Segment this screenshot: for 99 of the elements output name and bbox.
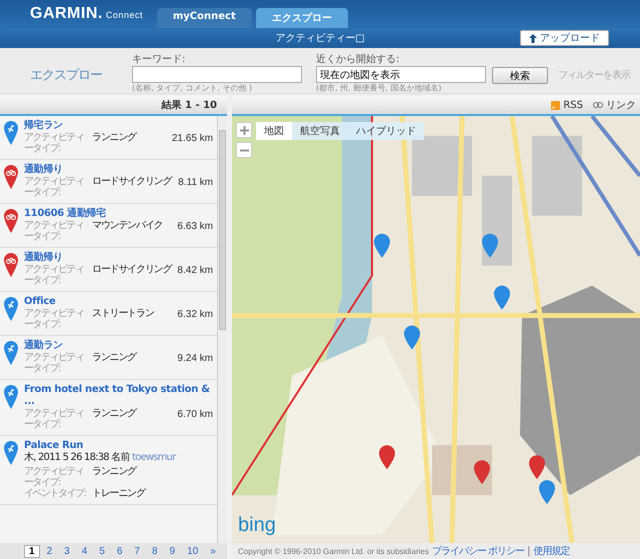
results-count: 結果 1 - 10	[162, 98, 217, 112]
activity-item[interactable]: 通勤帰り アクティビティータイプ: ロードサイクリング 8.11 km	[0, 160, 217, 204]
event-type: トレーニング	[92, 488, 146, 499]
page-link[interactable]: 10	[182, 544, 204, 558]
activity-date: 木, 2011 5 26 18:38 名前 toewsmur	[24, 452, 177, 464]
field-hint: (名称, タイプ, コメント, その他 )	[132, 84, 254, 93]
runner-map-pin[interactable]	[374, 234, 390, 258]
activity-title[interactable]: 通勤ラン	[24, 340, 213, 352]
type-label: アクティビティータイプ:	[24, 352, 84, 374]
terms-link[interactable]: 使用規定	[533, 544, 570, 558]
runner-pin-icon	[3, 440, 19, 466]
page-link[interactable]: 1	[24, 544, 40, 558]
runner-pin-icon	[3, 384, 19, 410]
runner-map-pin[interactable]	[539, 480, 555, 504]
activity-distance: 8.42 km	[177, 265, 213, 276]
page-link[interactable]: 2	[42, 544, 58, 558]
type-label: アクティビティータイプ:	[24, 264, 84, 286]
activity-type: ロードサイクリング	[92, 176, 173, 187]
next-page-link[interactable]: »	[205, 544, 221, 558]
runner-map-pin[interactable]	[482, 234, 498, 258]
activity-type: ロードサイクリング	[92, 264, 173, 275]
type-label: アクティビティータイプ:	[24, 132, 84, 154]
nav-tab[interactable]: myConnect	[156, 8, 252, 28]
scrollbar[interactable]	[217, 116, 227, 543]
page-link[interactable]: 4	[76, 544, 92, 558]
page-link[interactable]: 6	[112, 544, 128, 558]
activity-title[interactable]: Office	[24, 296, 213, 308]
type-label: アクティビティータイプ:	[24, 466, 84, 488]
zoom-in-button[interactable]	[236, 122, 252, 138]
activity-distance: 9.24 km	[177, 353, 213, 364]
page-link[interactable]: 7	[129, 544, 145, 558]
rss-link[interactable]: RSS	[551, 100, 583, 110]
activity-item[interactable]: 帰宅ラン アクティビティータイプ: ランニング 21.65 km	[0, 116, 217, 160]
activity-type: ランニング	[92, 466, 138, 477]
activity-title[interactable]: From hotel next to Tokyo station & ...	[24, 384, 213, 408]
nav-tab[interactable]: エクスプロー	[256, 8, 348, 28]
activity-type: マウンテンバイク	[92, 220, 164, 231]
rss-icon	[551, 100, 560, 110]
location-input[interactable]: 現在の地図を表示	[316, 66, 486, 83]
bicycle-pin-icon	[3, 164, 19, 190]
map-type-tab[interactable]: 航空写真	[292, 122, 348, 140]
activity-type: ランニング	[92, 408, 138, 419]
garmin-connect-logo: GARMIN. Connect	[30, 5, 143, 23]
field-label: 近くから開始する:	[316, 54, 400, 66]
runner-pin-icon	[3, 340, 19, 366]
runner-map-pin[interactable]	[494, 286, 510, 310]
up-arrow-icon	[529, 34, 537, 42]
map-type-tab[interactable]: 地図	[256, 122, 292, 140]
street-map[interactable]: 地図 航空写真 ハイブリッド bing	[232, 116, 640, 543]
activity-distance: 8.11 km	[178, 177, 213, 188]
type-label: アクティビティータイプ:	[24, 220, 84, 242]
user-link[interactable]: toewsmur	[132, 452, 176, 463]
event-label: イベントタイプ:	[24, 488, 87, 499]
bing-logo: bing	[238, 514, 276, 537]
page-title: アクティビティー□	[275, 32, 365, 45]
share-link[interactable]: リンク	[593, 98, 636, 112]
activity-title[interactable]: 110606 通勤帰宅	[24, 208, 213, 220]
plus-icon	[240, 126, 248, 134]
bicycle-map-pin[interactable]	[529, 455, 545, 480]
keyword-input[interactable]	[132, 66, 302, 83]
activity-distance: 6.70 km	[177, 409, 213, 420]
field-hint: (都市, 州, 郵便番号, 国名か地域名)	[316, 84, 442, 93]
privacy-link[interactable]: プライバシー ポリシー	[432, 544, 524, 558]
activity-title[interactable]: 通勤帰り	[24, 252, 213, 264]
activity-distance: 21.65 km	[172, 133, 213, 144]
runner-map-pin[interactable]	[404, 326, 420, 350]
page-link[interactable]: 5	[94, 544, 110, 558]
activity-item[interactable]: 通勤ラン アクティビティータイプ: ランニング 9.24 km	[0, 336, 217, 380]
zoom-out-button[interactable]	[236, 142, 252, 158]
activity-item[interactable]: 110606 通勤帰宅 アクティビティータイプ: マウンテンバイク 6.63 km	[0, 204, 217, 248]
activity-distance: 6.63 km	[177, 221, 213, 232]
type-label: アクティビティータイプ:	[24, 408, 84, 430]
activity-type: ランニング	[92, 352, 138, 363]
activity-title[interactable]: 通勤帰り	[24, 164, 213, 176]
activity-distance: 6.32 km	[177, 309, 213, 320]
section-title: エクスプロー	[30, 67, 103, 84]
page-link[interactable]: 8	[146, 544, 162, 558]
field-label: キーワード:	[132, 54, 186, 66]
type-label: アクティビティータイプ:	[24, 176, 84, 198]
map-type-tab[interactable]: ハイブリッド	[348, 122, 424, 140]
runner-pin-icon	[3, 296, 19, 322]
activity-item[interactable]: 通勤帰り アクティビティータイプ: ロードサイクリング 8.42 km	[0, 248, 217, 292]
activity-type: ランニング	[92, 132, 138, 143]
type-label: アクティビティータイプ:	[24, 308, 84, 330]
activity-title[interactable]: 帰宅ラン	[24, 120, 213, 132]
activity-type: ストリートラン	[92, 308, 155, 319]
link-icon	[593, 102, 603, 108]
copyright-text: Copyright © 1996-2010 Garmin Ltd. or its subsidiaries	[238, 546, 429, 556]
link-separator: |	[527, 546, 530, 556]
bicycle-map-pin[interactable]	[379, 445, 395, 470]
bicycle-pin-icon	[3, 252, 19, 278]
page-link[interactable]: 3	[59, 544, 75, 558]
upload-button[interactable]: アップロード	[520, 30, 609, 46]
bicycle-map-pin[interactable]	[474, 460, 490, 484]
activity-title[interactable]: Palace Run	[24, 440, 213, 452]
search-button[interactable]: 検索	[492, 67, 548, 84]
page-link[interactable]: 9	[164, 544, 180, 558]
runner-pin-icon	[3, 120, 19, 146]
bicycle-pin-icon	[3, 208, 19, 234]
